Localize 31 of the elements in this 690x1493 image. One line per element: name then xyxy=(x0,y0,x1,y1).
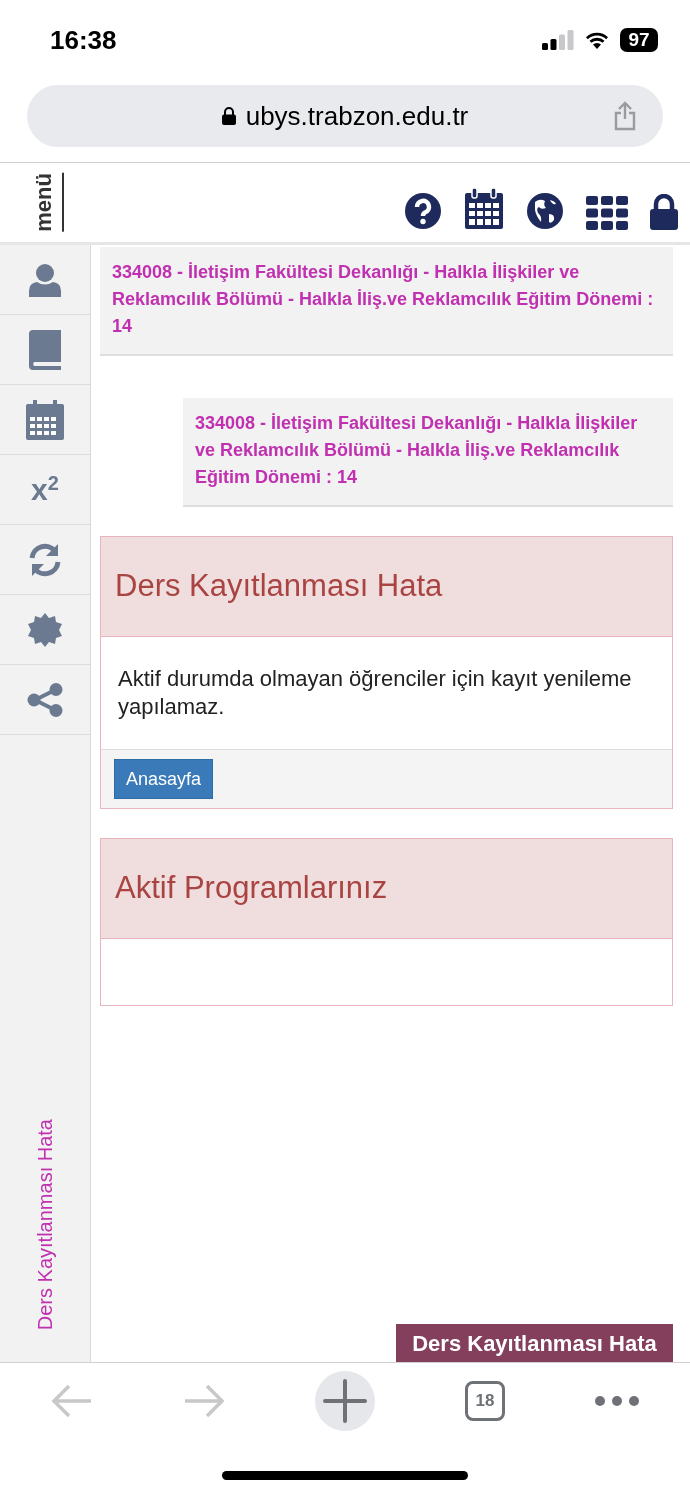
lock-icon xyxy=(221,107,236,125)
panel-title: Ders Kayıtlanması Hata xyxy=(115,567,443,606)
page-title-tag: Ders Kayıtlanması Hata xyxy=(396,1324,673,1362)
wifi-icon xyxy=(584,30,610,50)
program-info: 334008 - İletişim Fakültesi Dekanlığı - Halkla İlişkiler ve Reklamcılık Bölümü - Halkla İliş.ve Reklamcılık Eğitim Dönemi : 14 xyxy=(100,247,673,356)
globe-icon[interactable] xyxy=(526,192,564,230)
badge-icon[interactable] xyxy=(27,611,63,648)
superscript-menu-item[interactable]: x$^{2}$ xyxy=(31,474,59,505)
tab-count-button[interactable]: 18 xyxy=(465,1381,505,1421)
url-text: ubys.trabzon.edu.tr xyxy=(245,99,469,133)
panel-title: Aktif Programlarınız xyxy=(115,869,388,908)
new-tab-button[interactable] xyxy=(315,1371,375,1431)
menu-label[interactable]: menü xyxy=(27,173,64,232)
signal-icon xyxy=(542,30,574,50)
home-button[interactable]: Anasayfa xyxy=(114,759,214,799)
help-icon[interactable] xyxy=(404,192,442,230)
book-icon[interactable] xyxy=(27,329,63,370)
program-info: 334008 - İletişim Fakültesi Dekanlığı - Halkla İlişkiler ve Reklamcılık Bölümü - Halkla İliş.ve Reklamcılık Eğitim Dönemi : 14 xyxy=(183,398,673,507)
battery-indicator: 97 xyxy=(620,28,658,52)
user-icon[interactable] xyxy=(28,262,62,297)
share-icon[interactable] xyxy=(27,682,63,717)
vertical-page-title: Ders Kayıtlanması Hata xyxy=(33,1118,57,1330)
more-icon[interactable] xyxy=(595,1396,639,1406)
address-bar[interactable]: ubys.trabzon.edu.tr xyxy=(27,85,663,147)
status-time: 16:38 xyxy=(50,23,117,57)
calendar-icon[interactable] xyxy=(464,188,504,230)
lock-icon[interactable] xyxy=(650,194,678,230)
refresh-icon[interactable] xyxy=(27,541,63,578)
share-icon[interactable] xyxy=(613,101,637,131)
grid-icon[interactable] xyxy=(586,196,628,230)
panel-message: Aktif durumda olmayan öğrenciler için kayıt yenileme yapılamaz. xyxy=(118,665,633,721)
